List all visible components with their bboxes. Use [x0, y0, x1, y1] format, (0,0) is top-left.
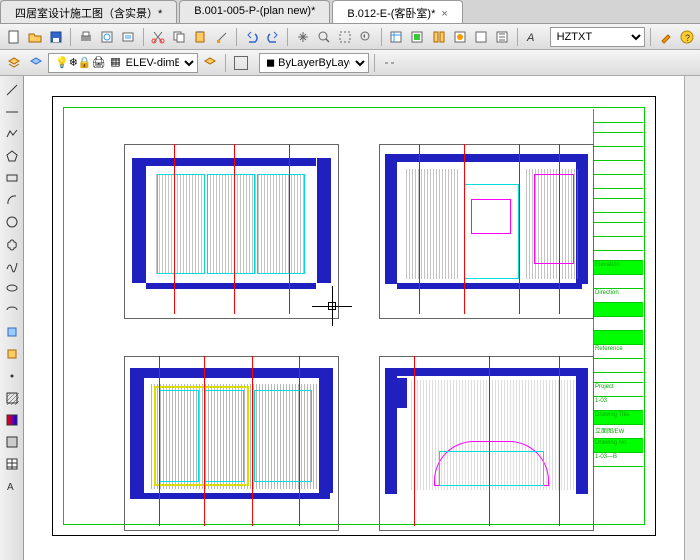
table-icon[interactable]: [2, 454, 22, 474]
qcalc-icon[interactable]: [492, 27, 511, 47]
region-icon[interactable]: [2, 432, 22, 452]
redo-icon[interactable]: [263, 27, 282, 47]
pline-icon[interactable]: [2, 124, 22, 144]
text-style-select[interactable]: HZTXT: [550, 27, 645, 47]
tb-field: Drawing Title: [594, 411, 643, 425]
zoom-window-icon[interactable]: [336, 27, 355, 47]
hatch-icon[interactable]: [2, 388, 22, 408]
circle-icon[interactable]: [2, 212, 22, 232]
elevation-view-br: [379, 356, 594, 531]
design-center-icon[interactable]: [408, 27, 427, 47]
save-icon[interactable]: [46, 27, 65, 47]
zoom-icon[interactable]: [314, 27, 333, 47]
tb-field: Drawing No.: [594, 439, 643, 453]
tab-doc-3[interactable]: B.012-E-(客卧室)* ×: [332, 0, 462, 23]
help-icon[interactable]: ?: [677, 27, 696, 47]
preview-icon[interactable]: [97, 27, 116, 47]
zoom-prev-icon[interactable]: [357, 27, 376, 47]
tab-doc-1[interactable]: 四居室设计施工图（含实景）*: [0, 0, 177, 23]
point-icon[interactable]: [2, 366, 22, 386]
text-style-icon[interactable]: A: [522, 27, 541, 47]
sheet-set-icon[interactable]: [450, 27, 469, 47]
ellipse-icon[interactable]: [2, 278, 22, 298]
undo-icon[interactable]: [242, 27, 261, 47]
tb-field: Project: [594, 383, 643, 397]
main-area: A Elevation Direction Reference Pro: [0, 76, 700, 560]
tb-field: Elevation: [594, 261, 643, 275]
xline-icon[interactable]: [2, 102, 22, 122]
svg-text:?: ?: [685, 33, 690, 43]
markup-icon[interactable]: [471, 27, 490, 47]
layer-prev-icon[interactable]: [200, 53, 220, 73]
tb-field: 1-03—B: [594, 453, 643, 467]
line-icon[interactable]: [2, 80, 22, 100]
color-swatch: [234, 56, 248, 70]
tb-field: Reference: [594, 345, 643, 359]
color-control-icon[interactable]: [231, 53, 251, 73]
layer-filter-icon[interactable]: [26, 53, 46, 73]
layer-select[interactable]: 💡❄🔒🖨 ◼ ELEV-dimELEV-dim: [48, 53, 198, 73]
gradient-icon[interactable]: [2, 410, 22, 430]
cut-icon[interactable]: [149, 27, 168, 47]
tab-label: B.012-E-(客卧室)*: [347, 8, 435, 20]
properties-icon[interactable]: [387, 27, 406, 47]
print-icon[interactable]: [76, 27, 95, 47]
drawing-canvas[interactable]: Elevation Direction Reference Project 1-…: [24, 76, 684, 560]
new-icon[interactable]: [4, 27, 23, 47]
drawing-frame: Elevation Direction Reference Project 1-…: [63, 107, 645, 525]
svg-text:A: A: [7, 482, 14, 493]
close-icon[interactable]: ×: [441, 8, 447, 20]
linetype-icon[interactable]: [380, 53, 400, 73]
brush-icon[interactable]: [656, 27, 675, 47]
arc-icon[interactable]: [2, 190, 22, 210]
tool-palette-icon[interactable]: [429, 27, 448, 47]
open-icon[interactable]: [25, 27, 44, 47]
elevation-view-tr: [379, 144, 594, 319]
paper-border: Elevation Direction Reference Project 1-…: [52, 96, 656, 536]
block-icon[interactable]: [2, 344, 22, 364]
match-icon[interactable]: [212, 27, 231, 47]
polygon-icon[interactable]: [2, 146, 22, 166]
document-tabs: 四居室设计施工图（含实景）* B.001-005-P-(plan new)* B…: [0, 0, 700, 24]
tb-field: 1-03: [594, 397, 643, 411]
rect-icon[interactable]: [2, 168, 22, 188]
tb-field: 立面图/EW: [594, 425, 643, 439]
publish-icon[interactable]: [119, 27, 138, 47]
pan-icon[interactable]: [293, 27, 312, 47]
revcloud-icon[interactable]: [2, 234, 22, 254]
copy-icon[interactable]: [170, 27, 189, 47]
paste-icon[interactable]: [191, 27, 210, 47]
mtext-icon[interactable]: A: [2, 476, 22, 496]
spline-icon[interactable]: [2, 256, 22, 276]
tb-field: Direction: [594, 289, 643, 303]
tab-doc-2[interactable]: B.001-005-P-(plan new)*: [179, 0, 330, 23]
insert-icon[interactable]: [2, 322, 22, 342]
title-block: Elevation Direction Reference Project 1-…: [593, 109, 643, 523]
standard-toolbar: A HZTXT ?: [0, 24, 700, 50]
layers-toolbar: 💡❄🔒🖨 ◼ ELEV-dimELEV-dim ◼ ByLayerByLayer: [0, 50, 700, 76]
tab-label: B.001-005-P-(plan new)*: [194, 5, 315, 17]
tab-label: 四居室设计施工图（含实景）*: [15, 8, 162, 20]
color-select[interactable]: ◼ ByLayerByLayer: [259, 53, 369, 73]
vertical-scrollbar[interactable]: [684, 76, 700, 560]
elevation-view-tl: [124, 144, 339, 319]
elevation-view-bl: [124, 356, 339, 531]
layer-props-icon[interactable]: [4, 53, 24, 73]
draw-toolbar: A: [0, 76, 24, 560]
ellipse-arc-icon[interactable]: [2, 300, 22, 320]
svg-text:A: A: [526, 32, 534, 44]
